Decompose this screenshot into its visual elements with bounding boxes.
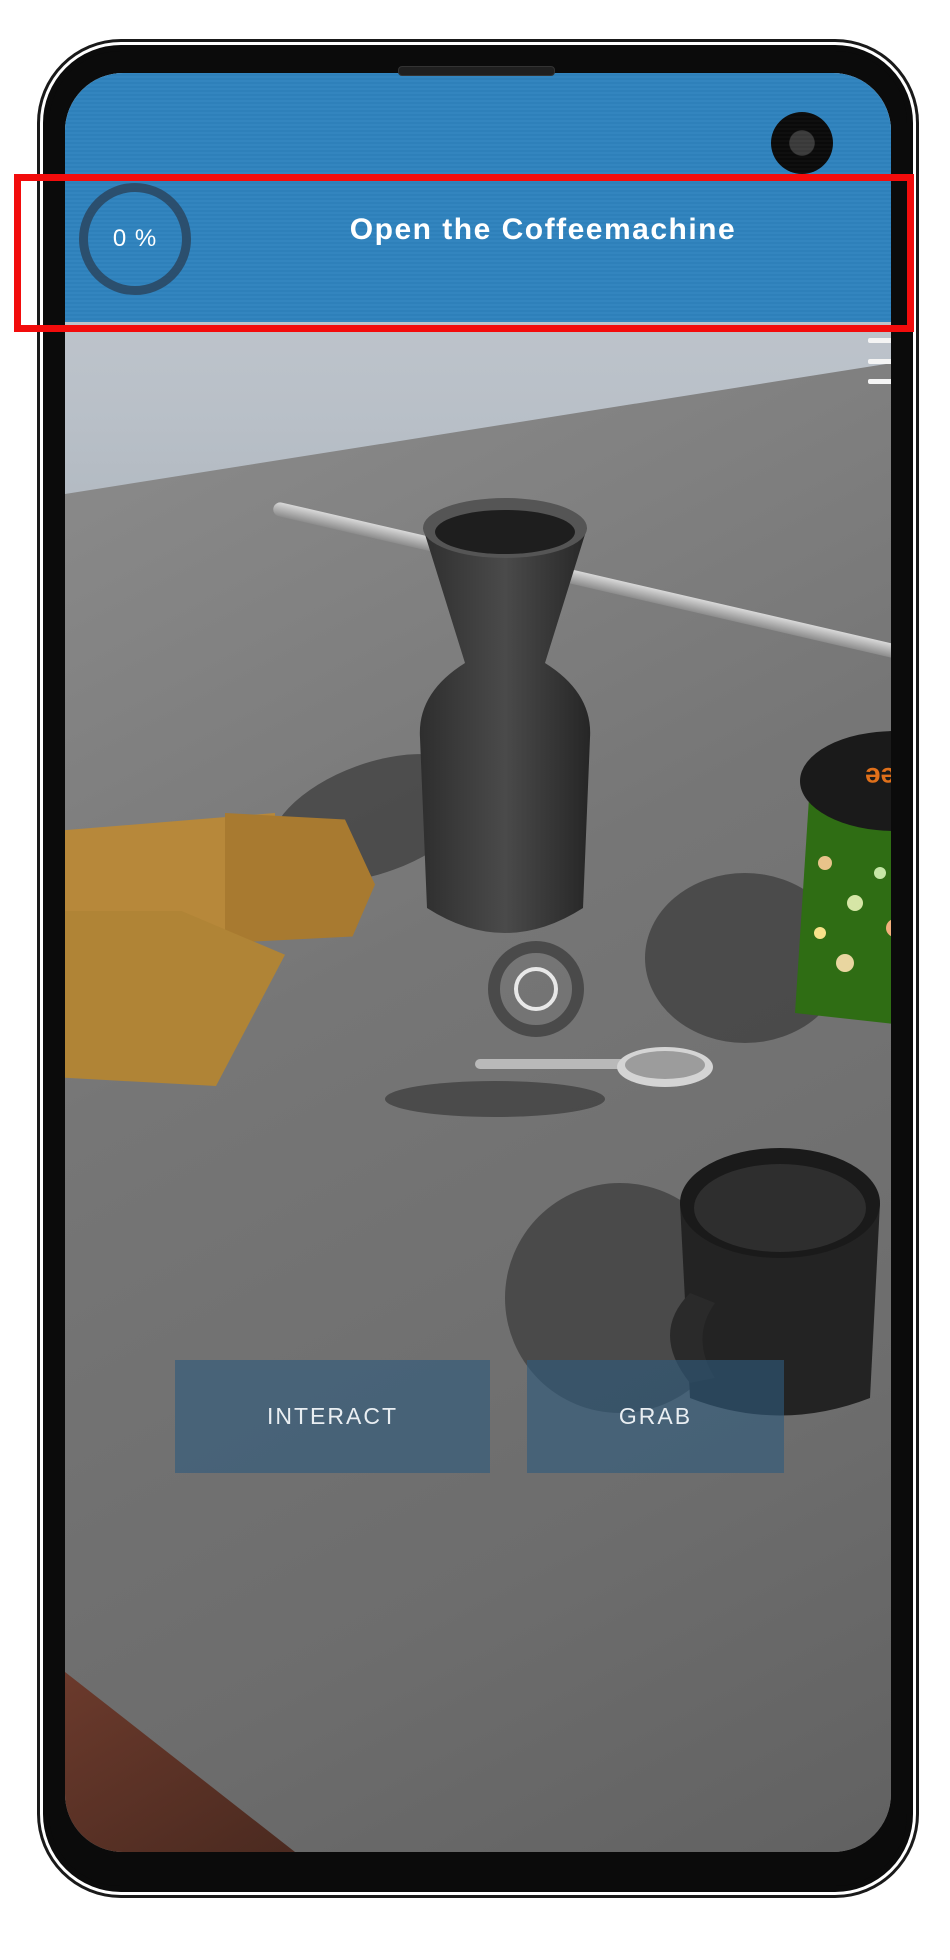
- menu-line: [868, 379, 891, 384]
- coffee-carafe: [415, 488, 595, 958]
- ar-scene: ffee: [65, 73, 891, 1852]
- grab-button[interactable]: GRAB: [527, 1360, 784, 1473]
- front-camera-icon: [771, 112, 833, 174]
- ar-crosshair-icon: [514, 967, 558, 1011]
- menu-line: [868, 358, 891, 364]
- highlight-annotation-box: [14, 174, 914, 332]
- interact-button[interactable]: INTERACT: [175, 1360, 490, 1473]
- phone-screen: ffee: [65, 73, 891, 1852]
- menu-line: [868, 338, 891, 343]
- hamburger-menu-icon[interactable]: [868, 338, 891, 384]
- measuring-spoon: [475, 1045, 715, 1093]
- tin-label: ffee: [865, 762, 891, 793]
- earpiece-speaker: [398, 66, 555, 76]
- coffee-tin: ffee: [785, 713, 891, 1033]
